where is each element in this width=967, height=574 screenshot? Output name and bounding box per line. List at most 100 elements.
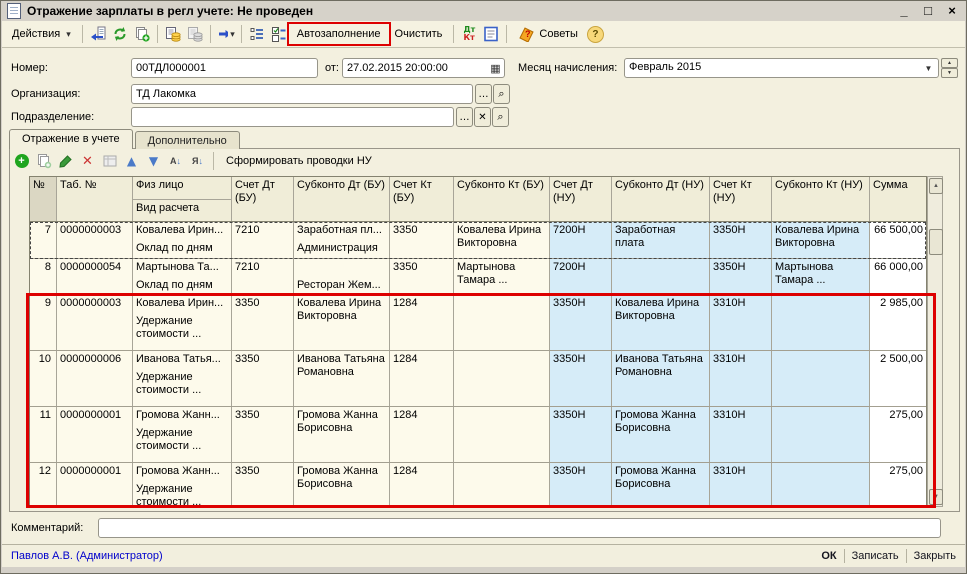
table-row[interactable]: 100000000006Иванова Татья...Удержание ст… [30,351,926,407]
month-dropdown-icon[interactable]: ▼ [921,60,936,76]
cell-kt_nu[interactable]: 3350Н [710,259,772,294]
department-lookup-icon[interactable]: ⌕ [492,107,509,127]
cell-sub_dt_bu[interactable]: Ресторан Жем... [294,259,390,294]
cell-sub_dt_bu[interactable]: Громова Жанна Борисовна [294,463,390,505]
post-document-icon[interactable] [164,25,182,43]
reread-icon[interactable] [89,25,107,43]
cell-dt_bu[interactable]: 7210 [232,259,294,294]
cell-sub_dt_nu[interactable] [612,259,710,294]
edit-row-icon[interactable] [57,153,74,170]
cell-person[interactable]: Громова Жанн...Удержание стоимости ... [133,463,232,505]
cell-sub_kt_nu[interactable] [772,463,870,505]
cell-sub_kt_bu[interactable]: Ковалева Ирина Викторовна [454,222,550,258]
cell-num[interactable]: 8 [30,259,57,294]
table-row[interactable]: 80000000054Мартынова Та...Оклад по дням7… [30,259,926,295]
cell-tab_no[interactable]: 0000000054 [57,259,133,294]
cell-dt_bu[interactable]: 3350 [232,463,294,505]
sort-descending-icon[interactable]: Я↓ [189,153,206,170]
cell-dt_bu[interactable]: 7210 [232,222,294,258]
cell-dt_bu[interactable]: 3350 [232,295,294,350]
move-up-icon[interactable]: ▲ [123,153,140,170]
cell-tab_no[interactable]: 0000000001 [57,407,133,462]
cell-kt_bu[interactable]: 1284 [390,407,454,462]
add-row-icon[interactable]: + [13,153,30,170]
cell-sub_kt_bu[interactable] [454,295,550,350]
cell-dt_nu[interactable]: 7200Н [550,222,612,258]
list-settings-icon[interactable] [270,25,288,43]
cell-sub_kt_nu[interactable]: Мартынова Тамара ... [772,259,870,294]
cell-sub_kt_bu[interactable] [454,351,550,406]
tab-reflection[interactable]: Отражение в учете [9,129,133,149]
close-button[interactable]: × [944,2,960,20]
cell-tab_no[interactable]: 0000000003 [57,295,133,350]
cell-dt_nu[interactable]: 3350Н [550,295,612,350]
cell-person[interactable]: Мартынова Та...Оклад по дням [133,259,232,294]
minimize-button[interactable]: _ [896,2,912,20]
cell-person[interactable]: Иванова Татья...Удержание стоимости ... [133,351,232,406]
cell-sub_dt_nu[interactable]: Ковалева Ирина Викторовна [612,295,710,350]
department-input[interactable] [131,107,454,127]
cell-num[interactable]: 11 [30,407,57,462]
list-structure-icon[interactable] [248,25,266,43]
cell-kt_nu[interactable]: 3310Н [710,351,772,406]
cell-sub_kt_bu[interactable] [454,407,550,462]
cell-sub_dt_nu[interactable]: Громова Жанна Борисовна [612,407,710,462]
autofill-button[interactable]: Автозаполнение [292,26,386,42]
cell-kt_bu[interactable]: 3350 [390,222,454,258]
cell-tab_no[interactable]: 0000000006 [57,351,133,406]
finish-editing-icon[interactable] [101,153,118,170]
number-input[interactable] [131,58,318,78]
cell-sum[interactable]: 275,00 [870,463,926,505]
cell-dt_nu[interactable]: 3350Н [550,463,612,505]
generate-nu-postings-button[interactable]: Сформировать проводки НУ [221,153,377,169]
save-button[interactable]: Записать [852,550,899,562]
calendar-icon[interactable]: ▦ [488,60,503,76]
tab-additional[interactable]: Дополнительно [135,131,240,149]
cell-sub_dt_nu[interactable]: Иванова Татьяна Романовна [612,351,710,406]
cell-sum[interactable]: 66 500,00 [870,222,926,258]
cell-kt_nu[interactable]: 3310Н [710,463,772,505]
cell-sum[interactable]: 275,00 [870,407,926,462]
delete-row-icon[interactable]: ✕ [79,153,96,170]
organization-lookup-icon[interactable]: ⌕ [493,84,510,104]
cell-kt_nu[interactable]: 3350Н [710,222,772,258]
cell-person[interactable]: Громова Жанн...Удержание стоимости ... [133,407,232,462]
cell-sub_dt_bu[interactable]: Иванова Татьяна Романовна [294,351,390,406]
close-form-button[interactable]: Закрыть [914,550,956,562]
department-select-icon[interactable]: … [456,107,473,127]
dtkt-button[interactable]: ДтКт [460,25,478,43]
cell-sub_kt_bu[interactable] [454,463,550,505]
cell-kt_nu[interactable]: 3310Н [710,407,772,462]
cell-sub_dt_bu[interactable]: Громова Жанна Борисовна [294,407,390,462]
cell-dt_nu[interactable]: 3350Н [550,407,612,462]
spin-down-icon[interactable]: ▼ [941,68,958,78]
advice-button[interactable]: ? Советы [513,24,582,44]
cell-sum[interactable]: 66 000,00 [870,259,926,294]
cell-kt_nu[interactable]: 3310Н [710,295,772,350]
cell-kt_bu[interactable]: 3350 [390,259,454,294]
comment-input[interactable] [98,518,941,538]
scroll-up-icon[interactable]: ▲ [929,178,943,194]
table-row[interactable]: 70000000003Ковалева Ирин...Оклад по дням… [30,222,926,259]
sort-ascending-icon[interactable]: А↓ [167,153,184,170]
cell-dt_bu[interactable]: 3350 [232,407,294,462]
cell-sub_kt_bu[interactable]: Мартынова Тамара ... [454,259,550,294]
copy-row-icon[interactable] [35,153,52,170]
table-row[interactable]: 110000000001Громова Жанн...Удержание сто… [30,407,926,463]
organization-input[interactable] [131,84,473,104]
department-clear-icon[interactable]: ✕ [474,107,491,127]
cell-kt_bu[interactable]: 1284 [390,351,454,406]
date-input[interactable] [342,58,505,78]
cell-sub_dt_bu[interactable]: Ковалева Ирина Викторовна [294,295,390,350]
cell-sub_kt_nu[interactable] [772,407,870,462]
cell-sub_dt_bu[interactable]: Заработная пл...Администрация [294,222,390,258]
cell-num[interactable]: 7 [30,222,57,258]
month-combobox[interactable]: Февраль 2015 [624,58,939,78]
spin-up-icon[interactable]: ▲ [941,58,958,68]
goto-button[interactable] [217,25,235,43]
maximize-button[interactable]: □ [920,2,936,20]
unpost-document-icon[interactable] [186,25,204,43]
table-row[interactable]: 90000000003Ковалева Ирин...Удержание сто… [30,295,926,351]
report-icon[interactable] [482,25,500,43]
cell-sub_kt_nu[interactable]: Ковалева Ирина Викторовна [772,222,870,258]
